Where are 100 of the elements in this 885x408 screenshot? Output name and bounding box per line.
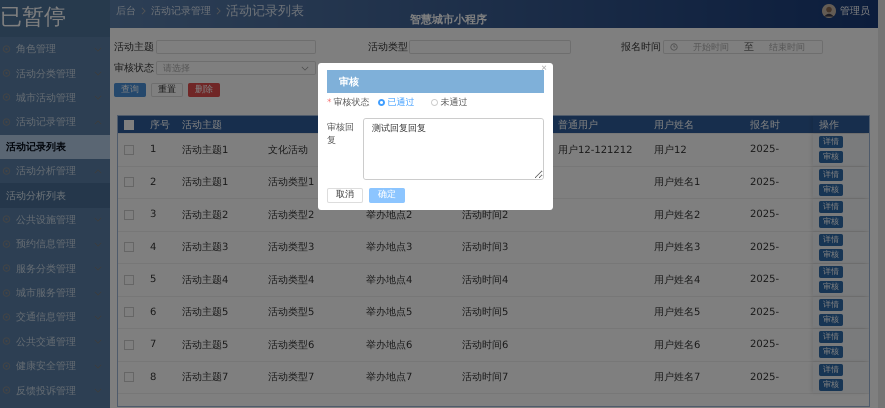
table-cell: 2025- bbox=[750, 372, 780, 383]
table-cell: 6 bbox=[150, 306, 156, 318]
breadcrumb-item: 活动记录列表 bbox=[226, 3, 304, 20]
sidebar-subitem[interactable]: 活动记录列表 bbox=[0, 134, 110, 159]
table-cell: 2 bbox=[150, 176, 156, 188]
table-cell-text: 举办地点3 bbox=[366, 240, 412, 254]
field-label: 审核状态 bbox=[114, 62, 155, 75]
sidebar-title: 已暂停 bbox=[0, 0, 110, 37]
checkbox[interactable] bbox=[124, 372, 134, 382]
checkbox[interactable] bbox=[124, 242, 134, 252]
column-header: 普通用户 bbox=[558, 118, 598, 132]
details-button[interactable]: 详情 bbox=[819, 136, 843, 148]
table-cell-text: 活动主题1 bbox=[182, 144, 228, 157]
cancel-button[interactable]: 取消 bbox=[327, 188, 363, 203]
table-cell: 3 bbox=[150, 209, 156, 220]
required-mark: * bbox=[327, 98, 332, 108]
chevron-down-icon bbox=[94, 217, 102, 222]
review-button[interactable]: 审核 bbox=[819, 248, 843, 261]
delete-button[interactable]: 删除 bbox=[188, 83, 220, 97]
table-cell-text: 活动类型5 bbox=[268, 306, 314, 320]
chevron-down-icon bbox=[94, 71, 102, 76]
table-cell: 2025- bbox=[750, 306, 780, 318]
table-cell-text: 活动类型3 bbox=[268, 240, 314, 254]
table-cell-text: 活动主题5 bbox=[182, 306, 228, 320]
table-cell: 2025- bbox=[750, 242, 780, 253]
breadcrumb-item[interactable]: 后台 bbox=[116, 4, 136, 18]
reply-field[interactable]: 测试回复回复 bbox=[363, 118, 544, 180]
app-title: 智慧城市小程序 bbox=[410, 12, 487, 27]
reset-button[interactable]: 重置 bbox=[151, 83, 183, 97]
chevron-up-icon bbox=[94, 120, 102, 125]
checkbox[interactable] bbox=[124, 144, 134, 155]
checkbox[interactable] bbox=[124, 340, 134, 350]
table-cell-text: 活动类型7 bbox=[268, 370, 314, 384]
radio-option[interactable]: 已通过 bbox=[378, 96, 414, 109]
checkbox[interactable] bbox=[124, 307, 134, 318]
table-cell: 4 bbox=[150, 242, 156, 253]
table-cell-text: 用户姓名3 bbox=[654, 240, 700, 254]
search-button[interactable]: 查询 bbox=[114, 83, 146, 97]
table-cell-text: 举办地点2 bbox=[366, 208, 412, 222]
field-label: 报名时间 bbox=[621, 40, 662, 54]
checkbox[interactable] bbox=[124, 274, 134, 285]
review-button[interactable]: 审核 bbox=[819, 151, 843, 164]
table-cell-text: 活动时间6 bbox=[462, 338, 508, 352]
details-button[interactable]: 详情 bbox=[819, 234, 843, 246]
column-header: 序号 bbox=[150, 118, 170, 132]
review-button[interactable]: 审核 bbox=[819, 184, 843, 196]
table-cell-text: 用户12 bbox=[654, 144, 687, 157]
field-label: 审核状态 bbox=[334, 96, 370, 109]
details-button[interactable]: 详情 bbox=[819, 168, 843, 181]
table-cell: 2025- bbox=[750, 176, 780, 188]
table-cell-text: 活动主题3 bbox=[182, 240, 228, 254]
table-cell-text: 活动时间2 bbox=[462, 208, 508, 222]
column-header: 活动主题 bbox=[182, 118, 222, 132]
table-cell: 5 bbox=[150, 274, 156, 286]
radio-option[interactable]: 未通过 bbox=[430, 96, 468, 109]
table-cell-text: 用户姓名5 bbox=[654, 306, 700, 320]
table-cell-text: 活动主题2 bbox=[182, 208, 228, 222]
close-button[interactable]: × bbox=[541, 64, 547, 74]
table-cell-text: 活动类型2 bbox=[268, 208, 314, 222]
table-cell-text: 举办地点4 bbox=[366, 274, 412, 287]
table-cell-text: 活动时间5 bbox=[462, 306, 508, 320]
column-header: 用户姓名 bbox=[654, 118, 694, 132]
review-button[interactable]: 审核 bbox=[819, 378, 843, 391]
user-name[interactable]: 管理员 bbox=[840, 4, 870, 18]
confirm-button[interactable]: 确定 bbox=[369, 188, 405, 203]
review-button[interactable]: 审核 bbox=[819, 314, 843, 326]
column-header: 操作 bbox=[819, 118, 839, 132]
checkbox[interactable] bbox=[124, 210, 134, 220]
review-button[interactable]: 审核 bbox=[819, 346, 843, 358]
details-button[interactable]: 详情 bbox=[819, 201, 843, 214]
table-cell: 2025- bbox=[750, 144, 780, 156]
table-cell-text: 活动类型1 bbox=[268, 176, 314, 190]
chevron-down-icon bbox=[94, 95, 102, 100]
table-cell-text: 文化活动 bbox=[268, 144, 308, 157]
table-cell-text: 活动主题5 bbox=[182, 338, 228, 352]
review-button[interactable]: 审核 bbox=[819, 216, 843, 228]
table-cell-text: 活动主题4 bbox=[182, 274, 228, 287]
details-button[interactable]: 详情 bbox=[819, 298, 843, 311]
review-button[interactable]: 审核 bbox=[819, 281, 843, 294]
checkbox[interactable] bbox=[124, 177, 134, 188]
chevron-down-icon bbox=[94, 46, 102, 52]
scrollbar[interactable] bbox=[878, 0, 885, 408]
table-cell-text: 用户姓名4 bbox=[654, 274, 700, 287]
details-button[interactable]: 详情 bbox=[819, 331, 843, 344]
clock-icon bbox=[670, 43, 678, 51]
avatar-icon[interactable] bbox=[822, 4, 836, 18]
table-cell-text: 用户姓名6 bbox=[654, 338, 700, 352]
sidebar-subitem[interactable]: 活动分析列表 bbox=[0, 183, 110, 208]
breadcrumb-item[interactable]: 活动记录管理 bbox=[151, 4, 211, 18]
table-cell: 2025- bbox=[750, 339, 780, 350]
table-cell: 2025- bbox=[750, 274, 780, 286]
table-cell-text: 举办地点6 bbox=[366, 338, 412, 352]
table-cell-text: 用户姓名1 bbox=[654, 176, 700, 190]
table-cell-text: 活动主题7 bbox=[182, 370, 228, 384]
table-cell-text: 举办地点5 bbox=[366, 306, 412, 320]
details-button[interactable]: 详情 bbox=[819, 364, 843, 376]
table-cell-text: 活动类型6 bbox=[268, 338, 314, 352]
chevron-down-icon bbox=[94, 266, 102, 272]
chevron-right-icon bbox=[141, 7, 146, 15]
details-button[interactable]: 详情 bbox=[819, 266, 843, 278]
